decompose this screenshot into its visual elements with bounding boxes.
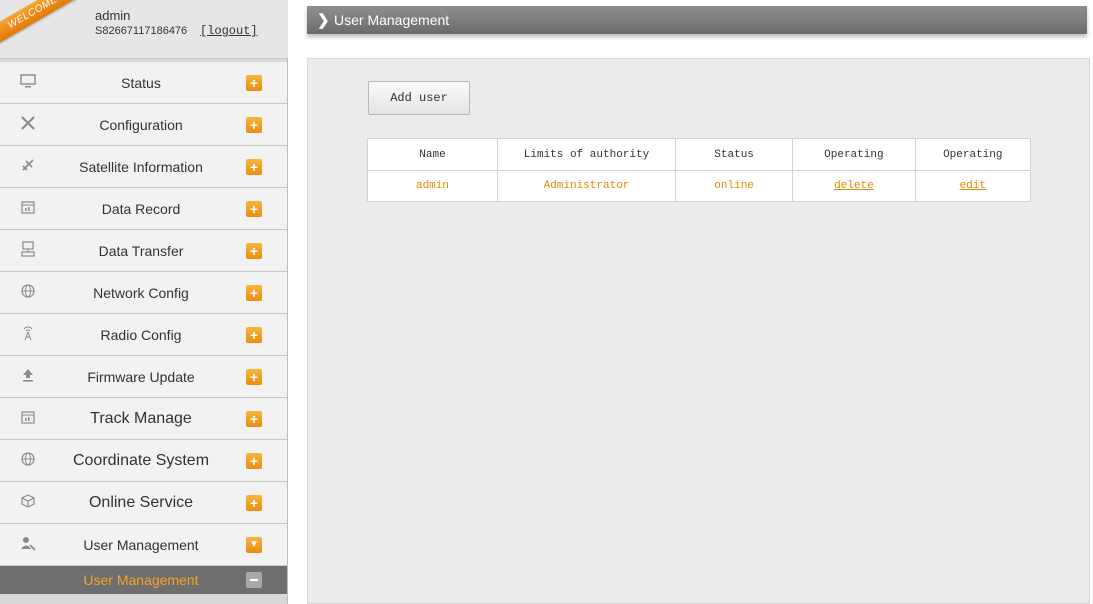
expand-plus-icon[interactable]: +: [246, 159, 262, 175]
content-panel: Add user Name Limits of authority Status…: [307, 58, 1090, 604]
table-row: admin Administrator online delete edit: [367, 170, 1032, 202]
minus-icon: [246, 572, 262, 588]
sidebar-item-data-transfer[interactable]: Data Transfer +: [0, 230, 287, 272]
sidebar-item-label: User Management: [83, 537, 199, 553]
sidebar-menu: Status + Configuration + Satellite Infor…: [0, 62, 288, 594]
sidebar-item-firmware-update[interactable]: Firmware Update +: [0, 356, 287, 398]
network-icon: [18, 241, 38, 261]
expand-plus-icon[interactable]: +: [246, 243, 262, 259]
sidebar-item-label: Firmware Update: [87, 369, 195, 385]
expand-plus-icon[interactable]: +: [246, 75, 262, 91]
sidebar-item-configuration[interactable]: Configuration +: [0, 104, 287, 146]
user-info-panel: WELCOME admin S82667117186476 [logout]: [0, 0, 288, 59]
cell-name: admin: [367, 170, 498, 202]
submenu-item-label: User Management: [83, 572, 199, 588]
tools-icon: [18, 115, 38, 135]
globe-icon: [18, 451, 38, 471]
expand-plus-icon[interactable]: +: [246, 453, 262, 469]
expand-plus-icon[interactable]: +: [246, 327, 262, 343]
column-header-operating: Operating: [792, 138, 916, 171]
cell-edit: edit: [914, 170, 1032, 202]
expand-plus-icon[interactable]: +: [246, 411, 262, 427]
page-title: User Management: [334, 12, 450, 28]
table-header-row: Name Limits of authority Status Operatin…: [367, 138, 1032, 171]
page-title-bar: ❯ User Management: [307, 6, 1087, 34]
sidebar-item-label: Configuration: [99, 117, 183, 133]
welcome-ribbon: WELCOME: [0, 0, 86, 49]
collapse-arrow-icon[interactable]: ▼: [246, 537, 262, 553]
cube-icon: [18, 493, 38, 513]
sidebar: WELCOME admin S82667117186476 [logout] S…: [0, 0, 288, 604]
sidebar-item-label: Coordinate System: [72, 452, 210, 469]
sidebar-item-user-management[interactable]: User Management ▼: [0, 524, 287, 566]
column-header-operating: Operating: [914, 138, 1032, 171]
logout-link[interactable]: [logout]: [200, 24, 258, 38]
monitor-icon: [18, 73, 38, 93]
user-wrench-icon: [18, 535, 38, 555]
expand-plus-icon[interactable]: +: [246, 369, 262, 385]
sidebar-item-label: Data Record: [101, 201, 181, 217]
sidebar-item-label: Data Transfer: [98, 243, 184, 259]
sidebar-item-network-config[interactable]: Network Config +: [0, 272, 287, 314]
submenu-item-user-management[interactable]: User Management: [0, 566, 287, 594]
sidebar-item-satellite-information[interactable]: Satellite Information +: [0, 146, 287, 188]
delete-link[interactable]: delete: [834, 180, 874, 192]
column-header-name: Name: [367, 138, 498, 171]
sidebar-item-coordinate-system[interactable]: Coordinate System +: [0, 440, 287, 482]
radio-tower-icon: [18, 325, 38, 345]
sidebar-item-radio-config[interactable]: Radio Config +: [0, 314, 287, 356]
calendar-icon: [18, 409, 38, 429]
sidebar-item-label: Network Config: [93, 285, 189, 301]
sidebar-item-track-manage[interactable]: Track Manage +: [0, 398, 287, 440]
expand-plus-icon[interactable]: +: [246, 495, 262, 511]
expand-plus-icon[interactable]: +: [246, 201, 262, 217]
serial-number: S82667117186476: [95, 25, 188, 37]
satellite-icon: [18, 157, 38, 177]
username: admin: [95, 8, 131, 23]
calendar-icon: [18, 199, 38, 219]
sidebar-item-label: Satellite Information: [79, 159, 203, 175]
column-header-status: Status: [675, 138, 794, 171]
sidebar-item-label: Online Service: [88, 494, 194, 511]
sidebar-item-status[interactable]: Status +: [0, 62, 287, 104]
upload-icon: [18, 367, 38, 387]
chevron-right-icon: ❯: [317, 12, 330, 29]
cell-delete: delete: [792, 170, 916, 202]
sidebar-item-label: Radio Config: [100, 327, 182, 343]
cell-status: online: [675, 170, 794, 202]
cell-authority: Administrator: [496, 170, 677, 202]
expand-plus-icon[interactable]: +: [246, 117, 262, 133]
add-user-button[interactable]: Add user: [368, 81, 470, 115]
expand-plus-icon[interactable]: +: [246, 285, 262, 301]
sidebar-item-data-record[interactable]: Data Record +: [0, 188, 287, 230]
edit-link[interactable]: edit: [960, 180, 986, 192]
column-header-authority: Limits of authority: [496, 138, 677, 171]
globe-icon: [18, 283, 38, 303]
sidebar-item-label: Track Manage: [90, 410, 192, 427]
sidebar-item-online-service[interactable]: Online Service +: [0, 482, 287, 524]
user-table: Name Limits of authority Status Operatin…: [367, 138, 1032, 202]
sidebar-item-label: Status: [121, 75, 161, 91]
